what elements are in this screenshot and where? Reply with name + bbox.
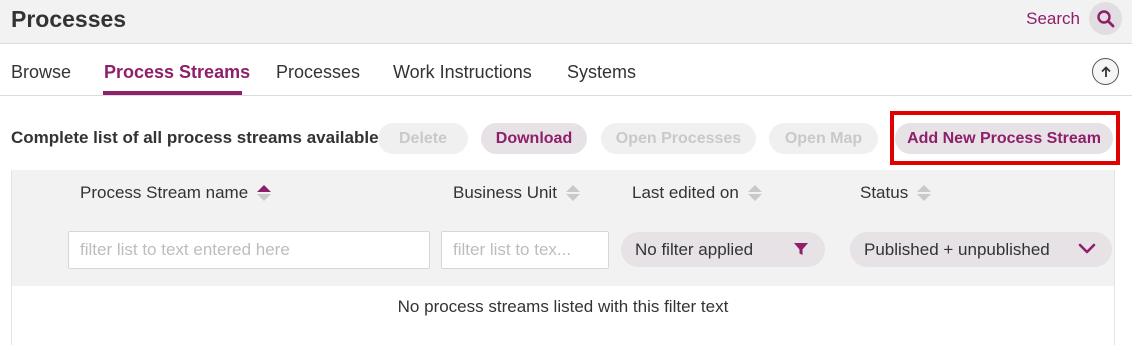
column-label: Business Unit [453, 183, 557, 202]
column-label: Process Stream name [80, 183, 249, 202]
delete-button[interactable]: Delete [378, 123, 468, 154]
status-filter-select[interactable]: Published + unpublished [850, 232, 1112, 267]
upload-arrow-icon [1100, 65, 1111, 77]
column-process-stream-name[interactable]: Process Stream name [80, 183, 272, 203]
upload-button[interactable] [1092, 58, 1119, 85]
business-unit-filter-input[interactable] [441, 231, 609, 269]
table-header: Process Stream name Business Unit Last e… [12, 170, 1114, 216]
tab-browse[interactable]: Browse [11, 62, 71, 83]
sort-ascending-icon[interactable] [257, 185, 272, 201]
tab-work-instructions[interactable]: Work Instructions [393, 62, 532, 83]
filter-row: No filter applied Published + unpublishe… [12, 216, 1114, 286]
name-filter-input[interactable] [68, 231, 430, 269]
tab-process-streams[interactable]: Process Streams [104, 62, 250, 83]
status-filter-value: Published + unpublished [864, 239, 1050, 259]
tab-systems[interactable]: Systems [567, 62, 636, 83]
empty-table-message: No process streams listed with this filt… [397, 297, 729, 316]
process-streams-table: Process Stream name Business Unit Last e… [11, 170, 1115, 345]
download-button[interactable]: Download [481, 123, 587, 154]
list-description: Complete list of all process streams ava… [11, 128, 398, 147]
column-business-unit[interactable]: Business Unit [453, 183, 580, 203]
open-map-button[interactable]: Open Map [769, 123, 878, 154]
last-edited-filter[interactable]: No filter applied [621, 232, 825, 267]
search-button[interactable] [1089, 2, 1122, 35]
highlight-box [890, 111, 1120, 165]
tab-bar: Browse Process Streams Processes Work In… [0, 44, 1132, 96]
search-label[interactable]: Search [1026, 9, 1080, 29]
column-status[interactable]: Status [860, 183, 932, 203]
last-edited-filter-value: No filter applied [635, 239, 754, 259]
page-title: Processes [11, 6, 127, 32]
chevron-down-icon [1078, 243, 1096, 254]
column-last-edited-on[interactable]: Last edited on [632, 183, 762, 203]
tab-processes[interactable]: Processes [276, 62, 360, 83]
open-processes-button[interactable]: Open Processes [601, 123, 756, 154]
sort-icon[interactable] [917, 185, 932, 201]
search-icon [1096, 9, 1114, 27]
filter-icon [794, 243, 808, 255]
sort-icon[interactable] [565, 185, 580, 201]
app-header: Processes Search [0, 0, 1132, 44]
sort-icon[interactable] [747, 185, 762, 201]
column-label: Status [860, 183, 909, 202]
column-label: Last edited on [632, 183, 739, 202]
active-tab-indicator [103, 91, 242, 95]
